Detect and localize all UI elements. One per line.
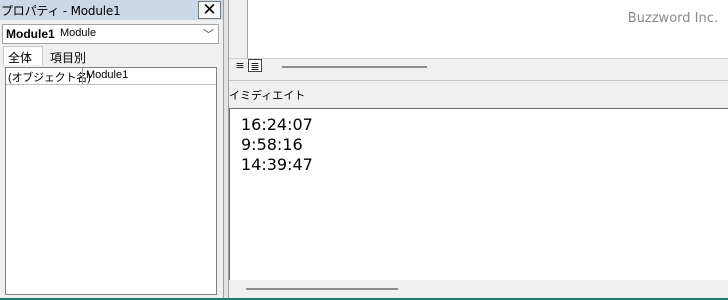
code-window[interactable]: ≡ ≣ Buzzword Inc. — [229, 0, 728, 77]
properties-titlebar[interactable]: プロパティ - Module1 ✕ — [0, 0, 223, 20]
properties-title: プロパティ - Module1 — [1, 4, 121, 18]
full-module-view-icon[interactable]: ≣ — [248, 59, 262, 73]
column-divider — [82, 68, 83, 84]
chevron-down-icon: ﹀ — [203, 29, 214, 41]
close-button[interactable]: ✕ — [198, 1, 221, 19]
immediate-titlebar[interactable]: イミディエイト — [229, 80, 728, 108]
property-name: (オブジェクト名) — [8, 72, 91, 84]
tab-alphabetic[interactable]: 全体 — [3, 46, 43, 65]
tab-categorized[interactable]: 項目別 — [50, 49, 86, 66]
margin-indicator-bar — [229, 0, 248, 58]
watermark: Buzzword Inc. — [627, 11, 718, 26]
immediate-title: イミディエイト — [229, 90, 306, 102]
immediate-output[interactable]: 16:24:07 9:58:16 14:39:47 — [229, 108, 728, 280]
selected-object-type: Module — [60, 27, 97, 39]
procedure-view-icon[interactable]: ≡ — [233, 59, 247, 72]
output-line: 16:24:07 — [241, 115, 313, 134]
selected-object-name: Module1 — [6, 27, 55, 41]
properties-window: プロパティ - Module1 ✕ Module1 Module ﹀ 全体 項目… — [0, 0, 224, 298]
close-icon: ✕ — [202, 0, 217, 20]
output-line: 9:58:16 — [241, 135, 303, 154]
property-grid: (オブジェクト名) Module1 — [5, 67, 217, 295]
object-selector-dropdown[interactable]: Module1 Module ﹀ — [2, 24, 219, 44]
property-row[interactable]: (オブジェクト名) Module1 — [6, 68, 216, 85]
property-value[interactable]: Module1 — [86, 69, 128, 81]
horizontal-scrollbar[interactable] — [282, 66, 427, 68]
output-line: 14:39:47 — [241, 155, 313, 174]
horizontal-scrollbar[interactable] — [246, 288, 398, 290]
